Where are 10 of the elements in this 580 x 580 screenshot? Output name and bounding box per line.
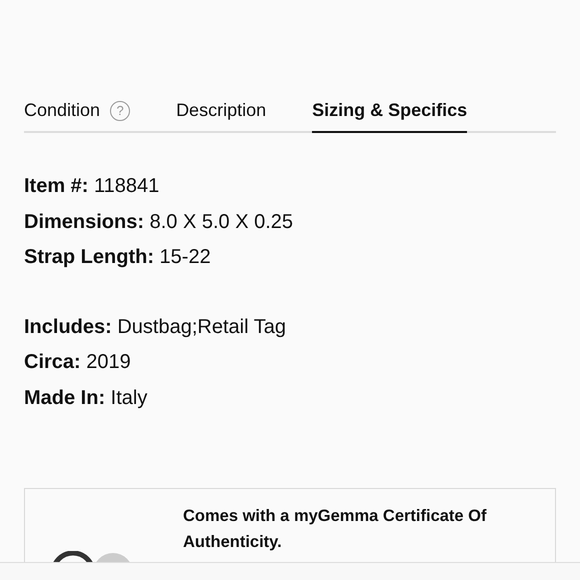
certificate-text: Comes with a myGemma Certificate Of Authenticity.: [183, 506, 488, 553]
spec-line: Dimensions: 8.0 X 5.0 X 0.25: [24, 210, 294, 234]
tab[interactable]: Sizing & Specifics: [312, 96, 468, 133]
spec-line: Circa: 2019: [24, 350, 132, 375]
spec-line: Made In: Italy: [24, 386, 148, 410]
tab[interactable]: Condition ?: [24, 96, 130, 133]
spec-line: Includes: Dustbag;Retail Tag: [24, 314, 287, 340]
spec-line: Item #: 118841: [24, 174, 160, 199]
spec-line: Strap Length: 15-22: [24, 245, 212, 270]
tab[interactable]: Description: [176, 96, 266, 133]
